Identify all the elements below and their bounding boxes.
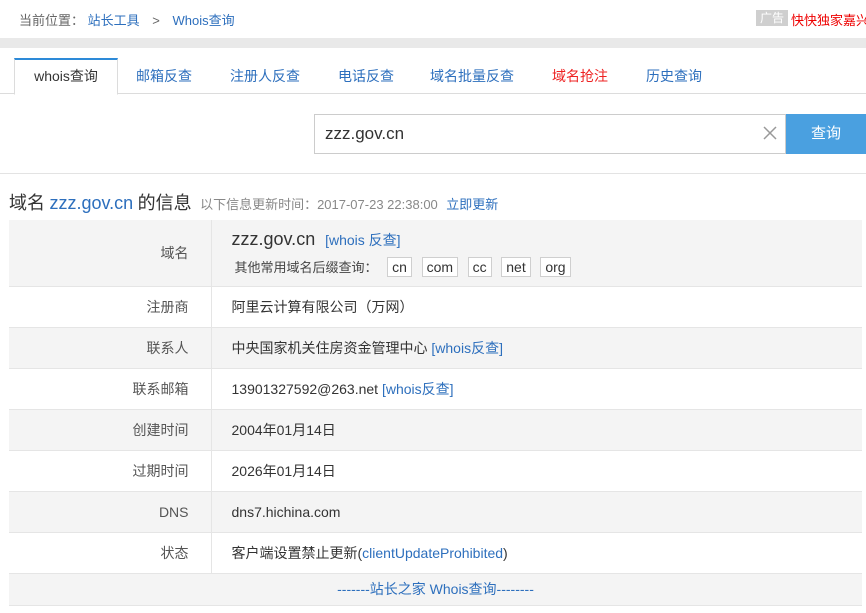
status-code-link[interactable]: clientUpdateProhibited [362, 545, 503, 561]
info-heading: 域名 zzz.gov.cn 的信息 以下信息更新时间：2017-07-23 22… [9, 189, 498, 215]
domain-whois-reverse-link[interactable]: [whois 反查] [325, 232, 400, 248]
suffix-chip-org[interactable]: org [540, 256, 571, 277]
breadcrumb-link-whois[interactable]: Whois查询 [173, 13, 235, 28]
breadcrumb-separator: > [152, 13, 160, 28]
table-footer-row: -------站长之家 Whois查询-------- [9, 573, 862, 606]
table-row: 联系邮箱 13901327592@263.net [whois反查] [9, 368, 862, 410]
row-label-expires: 过期时间 [9, 450, 212, 492]
row-label-domain: 域名 [9, 220, 212, 287]
row-label-status: 状态 [9, 532, 212, 574]
suffix-chip-cc[interactable]: cc [467, 256, 492, 277]
search-button[interactable]: 查询 [786, 114, 866, 154]
row-label-dns: DNS [9, 491, 212, 533]
top-bar: 当前位置： 站长工具 > Whois查询 广告 快快独家嘉兴 [0, 0, 866, 38]
row-label-email: 联系邮箱 [9, 368, 212, 410]
table-row: 域名 zzz.gov.cn [whois 反查] 其他常用域名后缀查询： cn … [9, 220, 863, 287]
suffix-query-line: 其他常用域名后缀查询： cn com cc net org [232, 256, 863, 277]
whois-table: 域名 zzz.gov.cn [whois 反查] 其他常用域名后缀查询： cn … [9, 220, 862, 606]
table-footer: -------站长之家 Whois查询-------- [9, 573, 862, 606]
row-value-domain: zzz.gov.cn [231, 228, 316, 249]
suffix-chip-net[interactable]: net [501, 256, 531, 277]
row-value-contact-cell: 中央国家机关住房资金管理中心 [whois反查] [211, 327, 862, 369]
breadcrumb: 当前位置： 站长工具 > Whois查询 [19, 10, 235, 29]
row-label-contact: 联系人 [9, 327, 212, 369]
table-row: 创建时间 2004年01月14日 [9, 409, 862, 451]
search-input[interactable] [325, 115, 745, 153]
contact-whois-reverse-link[interactable]: [whois反查] [431, 340, 503, 356]
row-value-status-cell: 客户端设置禁止更新(clientUpdateProhibited) [211, 532, 862, 574]
tab-bar: whois查询 邮箱反查 注册人反查 电话反查 域名批量反查 域名抢注 历史查询 [0, 58, 866, 95]
ad-badge: 广告 [756, 10, 789, 26]
row-value-registrar: 阿里云计算有限公司（万网） [211, 286, 862, 328]
suffix-chip-cn[interactable]: cn [387, 256, 412, 277]
row-value-domain-cell: zzz.gov.cn [whois 反查] 其他常用域名后缀查询： cn com… [211, 220, 863, 287]
search-box [314, 114, 786, 154]
update-time: 以下信息更新时间：2017-07-23 22:38:00 [200, 197, 438, 212]
row-value-expires: 2026年01月14日 [211, 450, 862, 492]
update-now-link[interactable]: 立即更新 [446, 197, 498, 212]
clear-icon[interactable] [760, 123, 780, 143]
table-row: 联系人 中央国家机关住房资金管理中心 [whois反查] [9, 327, 862, 369]
table-row: 过期时间 2026年01月14日 [9, 450, 862, 492]
table-row: DNS dns7.hichina.com [9, 491, 862, 533]
table-row: 状态 客户端设置禁止更新(clientUpdateProhibited) [9, 532, 862, 574]
search-divider [0, 173, 866, 174]
tab-whois[interactable]: whois查询 [14, 58, 118, 95]
row-value-created: 2004年01月14日 [211, 409, 862, 451]
header-divider [0, 38, 866, 48]
suffix-chip-com[interactable]: com [421, 256, 459, 277]
email-whois-reverse-link[interactable]: [whois反查] [382, 381, 454, 397]
heading-suffix: 的信息 [137, 193, 192, 213]
row-label-created: 创建时间 [9, 409, 212, 451]
suffix-label: 其他常用域名后缀查询： [234, 259, 378, 275]
row-value-dns: dns7.hichina.com [211, 491, 862, 533]
tab-registrant-reverse[interactable]: 注册人反查 [224, 58, 306, 94]
tab-domain-snap[interactable]: 域名抢注 [544, 58, 616, 94]
ad-link[interactable]: 快快独家嘉兴 [791, 10, 866, 29]
heading-domain[interactable]: zzz.gov.cn [49, 193, 133, 213]
table-row: 注册商 阿里云计算有限公司（万网） [9, 286, 862, 328]
row-value-email: 13901327592@263.net [231, 380, 379, 397]
tab-history[interactable]: 历史查询 [638, 58, 710, 94]
row-label-registrar: 注册商 [9, 286, 212, 328]
row-value-status: 客户端设置禁止更新 [231, 544, 358, 561]
breadcrumb-link-webmaster-tools[interactable]: 站长工具 [88, 13, 140, 28]
row-value-contact: 中央国家机关住房资金管理中心 [231, 339, 428, 356]
tab-phone-reverse[interactable]: 电话反查 [330, 58, 402, 94]
breadcrumb-prefix: 当前位置： [19, 13, 85, 28]
heading-prefix: 域名 [9, 193, 45, 213]
tab-email-reverse[interactable]: 邮箱反查 [128, 58, 200, 94]
row-value-email-cell: 13901327592@263.net [whois反查] [211, 368, 862, 410]
tab-batch-reverse[interactable]: 域名批量反查 [424, 58, 520, 94]
